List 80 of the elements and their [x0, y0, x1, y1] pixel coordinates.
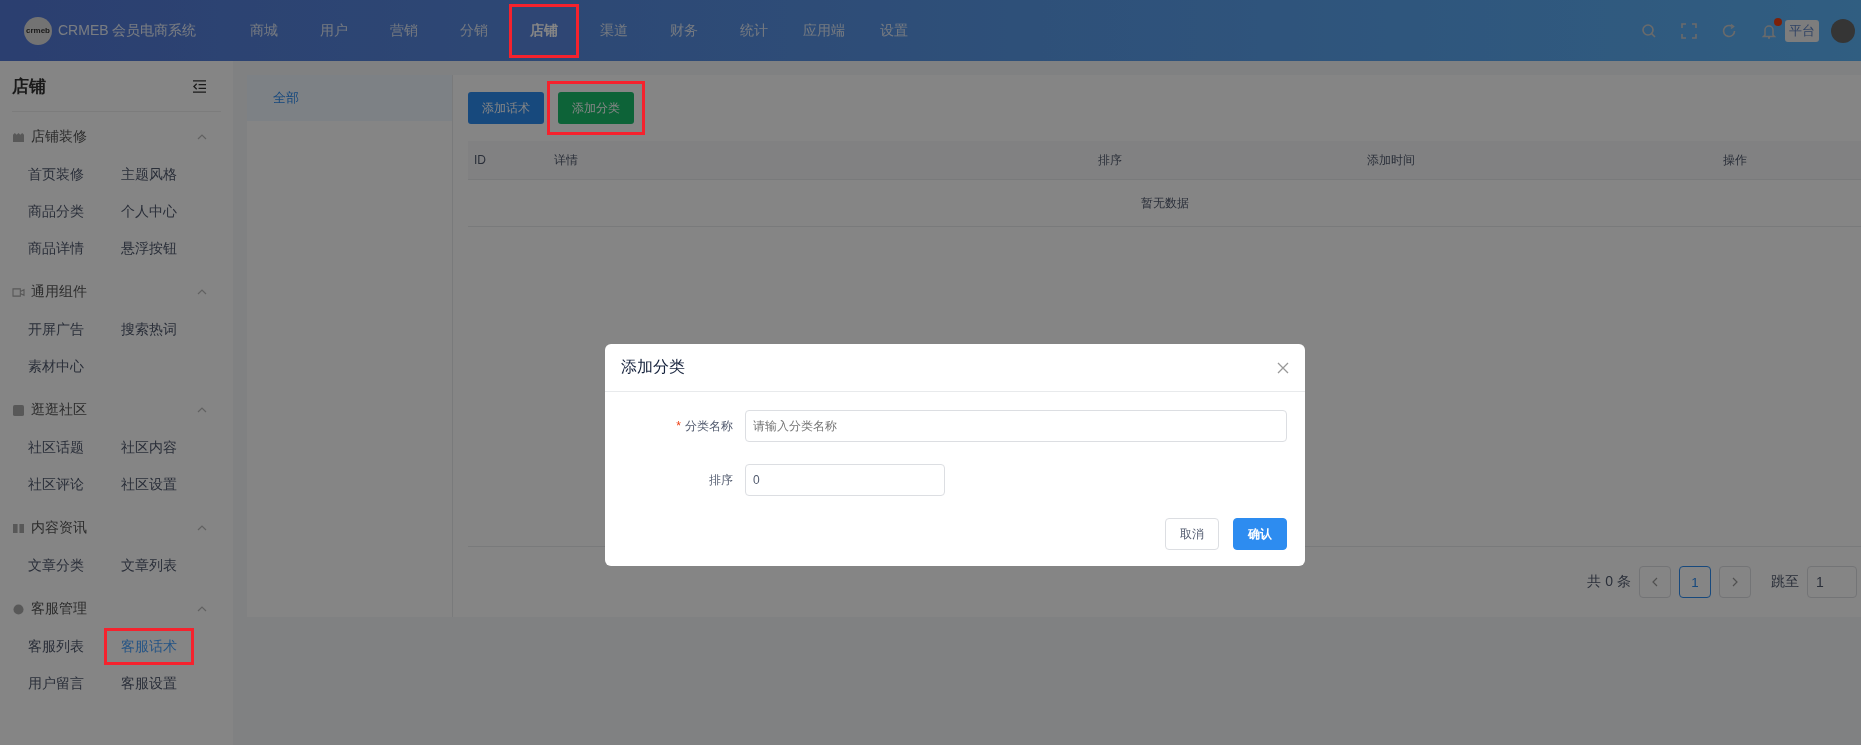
column-header: 详情: [553, 151, 579, 169]
nav-tab[interactable]: 分销: [442, 6, 506, 55]
search-icon[interactable]: [1641, 22, 1657, 39]
menu-group-header[interactable]: 通用组件: [12, 273, 221, 311]
camera-icon: [12, 286, 25, 298]
next-page-button[interactable]: [1719, 566, 1751, 598]
nav-tab[interactable]: 统计: [722, 6, 786, 55]
square-icon: [12, 404, 25, 416]
menu-item[interactable]: 首页装修: [12, 159, 96, 190]
refresh-icon[interactable]: [1721, 22, 1737, 39]
menu-item[interactable]: 商品分类: [12, 196, 96, 227]
chevron-icon[interactable]: [197, 289, 207, 295]
nav-tab[interactable]: 店铺: [512, 6, 576, 55]
chevron-right-icon: [1732, 577, 1738, 587]
page-button[interactable]: 1: [1679, 566, 1711, 598]
menu-item[interactable]: 个人中心: [109, 196, 189, 227]
sidebar-title: 店铺: [12, 75, 46, 98]
menu-item[interactable]: 客服话术: [109, 631, 189, 662]
chevron-left-icon: [1652, 577, 1658, 587]
menu-item[interactable]: 社区设置: [109, 469, 189, 500]
nav-tab[interactable]: 商城: [232, 6, 296, 55]
bell-icon[interactable]: [1761, 22, 1777, 39]
add-category-button[interactable]: 添加分类: [558, 92, 634, 124]
input-field[interactable]: 0: [745, 464, 945, 496]
menu-item[interactable]: 素材中心: [12, 351, 96, 382]
column-header: 操作: [1722, 151, 1748, 169]
menu-item[interactable]: 客服列表: [12, 631, 96, 662]
book-icon: [12, 522, 25, 534]
nav-tab[interactable]: 渠道: [582, 6, 646, 55]
jump-label: 跳至: [1771, 573, 1799, 591]
nav-tab[interactable]: 设置: [862, 6, 926, 55]
menu-group-header[interactable]: 客服管理: [12, 590, 221, 628]
menu-item[interactable]: 搜索热词: [109, 314, 189, 345]
menu-item[interactable]: 文章列表: [109, 550, 189, 581]
chevron-icon[interactable]: [197, 525, 207, 531]
chevron-icon[interactable]: [197, 407, 207, 413]
fullscreen-icon[interactable]: [1681, 22, 1697, 39]
required-mark: *: [676, 419, 681, 433]
menu-item[interactable]: 悬浮按钮: [109, 233, 189, 264]
jump-page-field[interactable]: 1: [1807, 566, 1857, 598]
nav-tab[interactable]: 应用端: [792, 6, 856, 55]
chevron-icon[interactable]: [197, 134, 207, 140]
brand-name: CRMEB 会员电商系统: [58, 21, 197, 40]
menu-item[interactable]: 社区内容: [109, 432, 189, 463]
total-count: 共 0 条: [1587, 573, 1631, 591]
menu-item[interactable]: 客服设置: [109, 668, 189, 699]
menu-item[interactable]: 文章分类: [12, 550, 96, 581]
column-header: 添加时间: [1366, 151, 1416, 169]
menu-item[interactable]: 主题风格: [109, 159, 189, 190]
column-header: ID: [473, 153, 487, 167]
input-field[interactable]: 请输入分类名称: [745, 410, 1287, 442]
nav-tab[interactable]: 营销: [372, 6, 436, 55]
confirm-button[interactable]: 确认: [1233, 518, 1287, 550]
empty-message: 暂无数据: [1140, 194, 1189, 212]
collapse-menu-icon[interactable]: [192, 79, 207, 93]
shop-icon: [12, 131, 25, 143]
chat-icon: [12, 603, 25, 615]
menu-item[interactable]: 用户留言: [12, 668, 96, 699]
role-badge[interactable]: 平台: [1785, 19, 1819, 42]
menu-item[interactable]: 社区评论: [12, 469, 96, 500]
menu-group-header[interactable]: 逛逛社区: [12, 391, 221, 429]
column-header: 排序: [1097, 151, 1123, 169]
nav-tab[interactable]: 用户: [302, 6, 366, 55]
menu-group-header[interactable]: 内容资讯: [12, 509, 221, 547]
menu-item[interactable]: 社区话题: [12, 432, 96, 463]
menu-item[interactable]: 开屏广告: [12, 314, 96, 345]
logo-badge: crmeb: [24, 16, 52, 45]
field-label: 分类名称: [685, 417, 733, 435]
cancel-button[interactable]: 取消: [1165, 518, 1219, 550]
close-icon[interactable]: [1277, 361, 1289, 374]
avatar-image[interactable]: [1831, 18, 1855, 43]
field-label: 排序: [709, 471, 733, 489]
menu-item[interactable]: 商品详情: [12, 233, 96, 264]
previous-page-button[interactable]: [1639, 566, 1671, 598]
menu-group-header[interactable]: 店铺装修: [12, 118, 221, 156]
dialog-title: 添加分类: [621, 357, 685, 377]
category-item[interactable]: 全部: [247, 75, 452, 121]
nav-tab[interactable]: 财务: [652, 6, 716, 55]
chevron-icon[interactable]: [197, 606, 207, 612]
add-script-button[interactable]: 添加话术: [468, 92, 544, 124]
